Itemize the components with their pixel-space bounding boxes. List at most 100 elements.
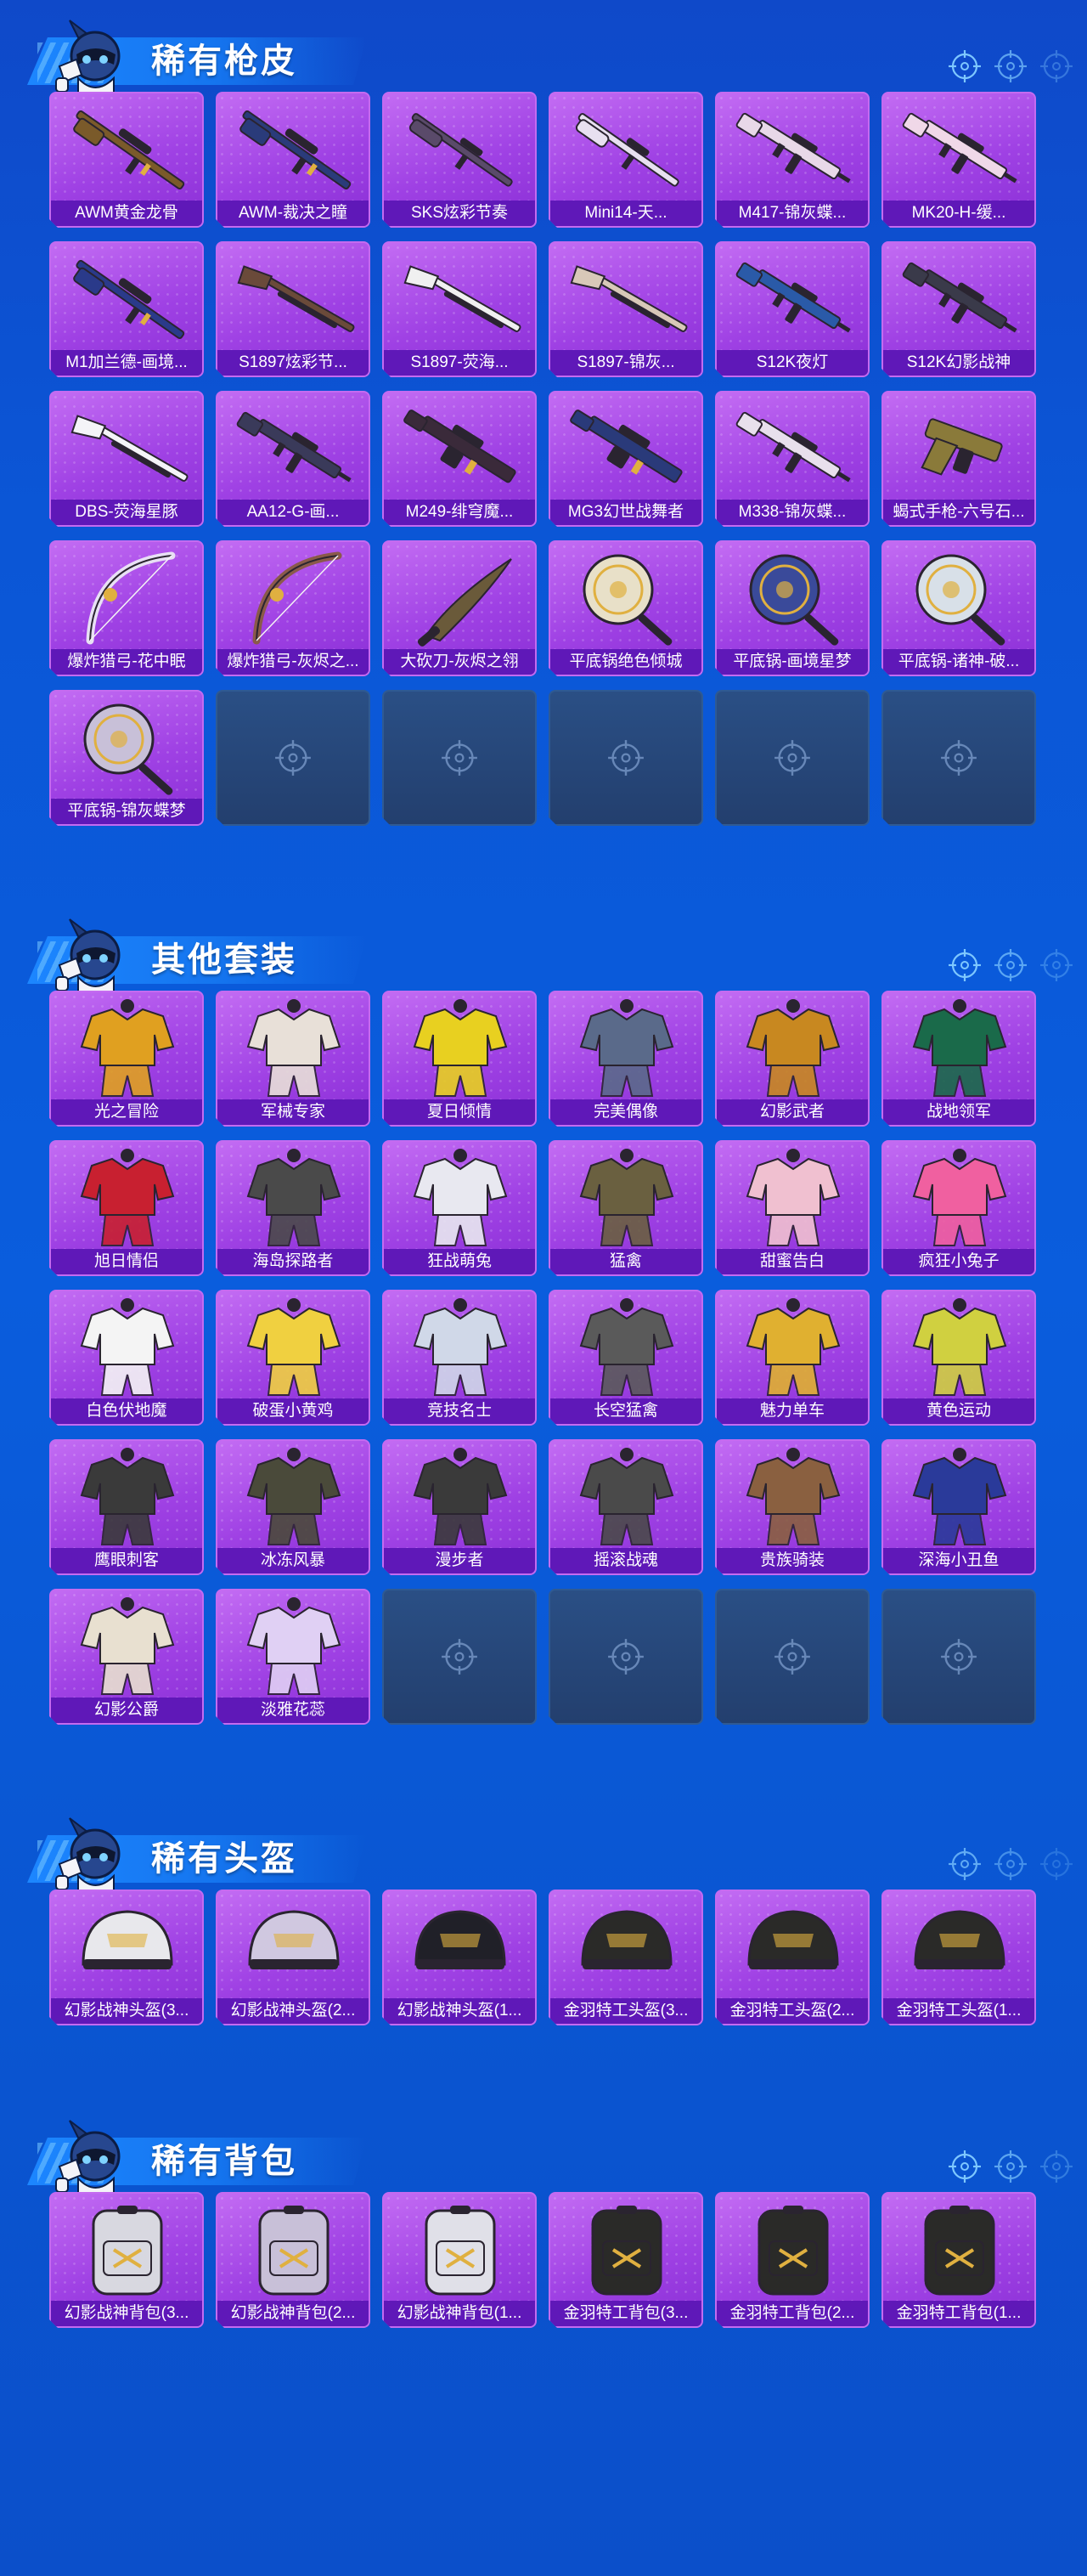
item-label: M417-锦灰蝶...: [717, 201, 868, 226]
item-label: AA12-G-画...: [217, 500, 369, 525]
item-tile[interactable]: 摇滚战魂: [549, 1439, 703, 1575]
shotgun-icon: [392, 248, 528, 348]
item-tile[interactable]: 深海小丑鱼: [881, 1439, 1036, 1575]
sniper-rifle-icon: [226, 99, 362, 199]
item-tile[interactable]: 金羽特工头盔(2...: [715, 1890, 870, 2025]
item-tile[interactable]: AWM黄金龙骨: [49, 92, 204, 228]
item-label: 金羽特工头盔(2...: [717, 1998, 868, 2024]
item-tile[interactable]: 幻影战神头盔(3...: [49, 1890, 204, 2025]
item-tile[interactable]: 长空猛禽: [549, 1290, 703, 1426]
outfit-icon: [392, 1296, 528, 1397]
item-tile[interactable]: 淡雅花蕊: [216, 1589, 370, 1725]
item-tile[interactable]: AA12-G-画...: [216, 391, 370, 527]
item-tile[interactable]: 幻影战神头盔(2...: [216, 1890, 370, 2025]
section: 稀有头盔 幻影战神头盔(3... 幻影战神头盔(2... 幻影战神头盔(1...…: [0, 1798, 1087, 1891]
item-tile[interactable]: S1897-荧海...: [382, 241, 537, 377]
item-label: 摇滚战魂: [550, 1548, 701, 1573]
item-label: 金羽特工背包(3...: [550, 2301, 701, 2326]
item-tile[interactable]: 甜蜜告白: [715, 1140, 870, 1276]
item-tile[interactable]: 竞技名士: [382, 1290, 537, 1426]
item-tile[interactable]: SKS炫彩节奏: [382, 92, 537, 228]
item-tile[interactable]: 幻影战神背包(3...: [49, 2192, 204, 2328]
item-tile[interactable]: 大砍刀-灰烬之翎: [382, 540, 537, 676]
item-tile[interactable]: 平底锅-锦灰蝶梦: [49, 690, 204, 826]
item-tile[interactable]: AWM-裁决之瞳: [216, 92, 370, 228]
outfit-icon: [725, 1296, 861, 1397]
item-tile[interactable]: 幻影战神头盔(1...: [382, 1890, 537, 2025]
item-tile[interactable]: DBS-荧海星豚: [49, 391, 204, 527]
item-tile[interactable]: 黄色运动: [881, 1290, 1036, 1426]
item-tile[interactable]: 蝎式手枪-六号石...: [881, 391, 1036, 527]
backpack-icon: [892, 2199, 1028, 2299]
item-tile[interactable]: M338-锦灰蝶...: [715, 391, 870, 527]
item-label: 光之冒险: [51, 1099, 202, 1125]
item-tile[interactable]: 金羽特工头盔(1...: [881, 1890, 1036, 2025]
helmet-icon: [725, 1896, 861, 1997]
item-tile[interactable]: 爆炸猎弓-花中眠: [49, 540, 204, 676]
item-tile[interactable]: 幻影武者: [715, 991, 870, 1127]
item-tile[interactable]: 爆炸猎弓-灰烬之...: [216, 540, 370, 676]
item-tile[interactable]: 完美偶像: [549, 991, 703, 1127]
item-label: 夏日倾情: [384, 1099, 535, 1125]
assault-rifle-icon: [892, 99, 1028, 199]
item-tile[interactable]: 魅力单车: [715, 1290, 870, 1426]
item-label: 金羽特工头盔(3...: [550, 1998, 701, 2024]
item-tile[interactable]: 白色伏地魔: [49, 1290, 204, 1426]
item-label: 贵族骑装: [717, 1548, 868, 1573]
item-label: 淡雅花蕊: [217, 1698, 369, 1723]
item-tile[interactable]: 猛禽: [549, 1140, 703, 1276]
item-tile[interactable]: MK20-H-缓...: [881, 92, 1036, 228]
item-tile[interactable]: M1加兰德-画境...: [49, 241, 204, 377]
empty-slot: [382, 690, 537, 826]
item-tile[interactable]: 平底锅-画境星梦: [715, 540, 870, 676]
item-label: S1897炫彩节...: [217, 350, 369, 376]
soldier-mascot-icon: [55, 20, 121, 96]
pistol-icon: [892, 398, 1028, 498]
item-tile[interactable]: M417-锦灰蝶...: [715, 92, 870, 228]
outfit-icon: [559, 997, 695, 1098]
item-tile[interactable]: 狂战萌兔: [382, 1140, 537, 1276]
section-title: 其他套装: [151, 941, 297, 979]
item-tile[interactable]: 破蛋小黄鸡: [216, 1290, 370, 1426]
item-tile[interactable]: 金羽特工头盔(3...: [549, 1890, 703, 2025]
item-tile[interactable]: 金羽特工背包(2...: [715, 2192, 870, 2328]
outfit-icon: [226, 1147, 362, 1247]
item-tile[interactable]: 幻影战神背包(2...: [216, 2192, 370, 2328]
item-tile[interactable]: S12K夜灯: [715, 241, 870, 377]
item-tile[interactable]: M249-绯穹魔...: [382, 391, 537, 527]
item-tile[interactable]: S1897炫彩节...: [216, 241, 370, 377]
item-tile[interactable]: 金羽特工背包(3...: [549, 2192, 703, 2328]
item-tile[interactable]: 战地领军: [881, 991, 1036, 1127]
item-tile[interactable]: Mini14-天...: [549, 92, 703, 228]
item-tile[interactable]: 冰冻风暴: [216, 1439, 370, 1575]
item-label: 战地领军: [883, 1099, 1034, 1125]
item-tile[interactable]: 幻影公爵: [49, 1589, 204, 1725]
item-label: 金羽特工背包(1...: [883, 2301, 1034, 2326]
outfit-icon: [59, 1446, 195, 1546]
item-label: 爆炸猎弓-花中眠: [51, 649, 202, 675]
item-tile[interactable]: 海岛探路者: [216, 1140, 370, 1276]
pan-icon: [559, 547, 695, 647]
item-tile[interactable]: 平底锅-诸神-破...: [881, 540, 1036, 676]
item-label: 幻影战神头盔(3...: [51, 1998, 202, 2024]
item-tile[interactable]: MG3幻世战舞者: [549, 391, 703, 527]
item-tile[interactable]: 鹰眼刺客: [49, 1439, 204, 1575]
item-tile[interactable]: 幻影战神背包(1...: [382, 2192, 537, 2328]
item-tile[interactable]: 平底锅绝色倾城: [549, 540, 703, 676]
item-tile[interactable]: 贵族骑装: [715, 1439, 870, 1575]
item-tile[interactable]: S1897-锦灰...: [549, 241, 703, 377]
item-tile[interactable]: 夏日倾情: [382, 991, 537, 1127]
item-tile[interactable]: 旭日情侣: [49, 1140, 204, 1276]
bow-icon: [226, 547, 362, 647]
item-tile[interactable]: 漫步者: [382, 1439, 537, 1575]
item-label: 深海小丑鱼: [883, 1548, 1034, 1573]
item-tile[interactable]: 金羽特工背包(1...: [881, 2192, 1036, 2328]
item-tile[interactable]: 军械专家: [216, 991, 370, 1127]
item-tile[interactable]: S12K幻影战神: [881, 241, 1036, 377]
item-tile[interactable]: 光之冒险: [49, 991, 204, 1127]
empty-slot-crosshair-icon: [441, 739, 478, 777]
crosshair-icon: [949, 1848, 981, 1880]
outfit-icon: [226, 1446, 362, 1546]
item-tile[interactable]: 疯狂小兔子: [881, 1140, 1036, 1276]
section-header: 稀有背包: [0, 2100, 1087, 2196]
